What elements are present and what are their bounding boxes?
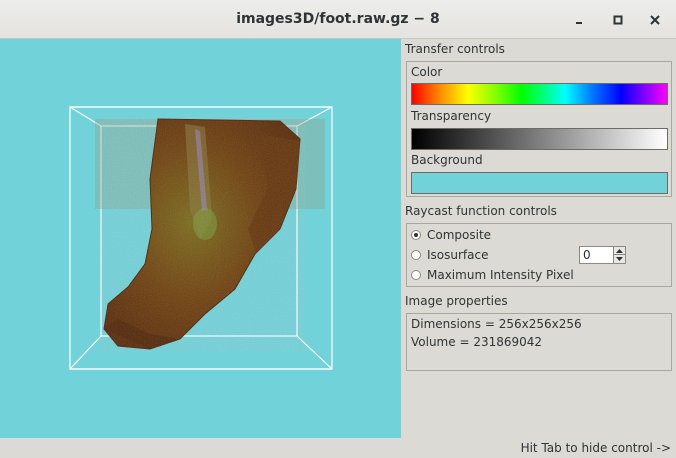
- render-viewport[interactable]: [0, 39, 401, 438]
- dimensions-text: Dimensions = 256x256x256: [411, 317, 582, 331]
- radio-isosurface[interactable]: Isosurface: [411, 246, 488, 264]
- radio-composite-indicator[interactable]: [411, 230, 421, 240]
- title-bar[interactable]: images3D/foot.raw.gz − 8: [0, 0, 676, 39]
- color-transfer-bar[interactable]: [411, 83, 668, 105]
- spin-up-button[interactable]: [614, 247, 625, 255]
- raycast-controls-frame: Composite Isosurface 0 Maximum Intensity…: [406, 223, 672, 287]
- radio-max-intensity-indicator[interactable]: [411, 270, 421, 280]
- close-icon: [650, 15, 660, 25]
- radio-composite-label: Composite: [427, 228, 492, 242]
- image-properties-heading: Image properties: [405, 294, 508, 308]
- control-panel: Transfer controls Color Transparency Bac…: [404, 39, 676, 438]
- radio-composite[interactable]: Composite: [411, 226, 491, 244]
- image-properties-frame: Dimensions = 256x256x256 Volume = 231869…: [406, 313, 672, 371]
- maximize-icon: [613, 15, 623, 25]
- isosurface-value[interactable]: 0: [583, 248, 591, 262]
- background-color-swatch[interactable]: [411, 172, 668, 194]
- foot-volume: [100, 117, 305, 352]
- isosurface-value-spinbox[interactable]: 0: [579, 246, 626, 264]
- color-label: Color: [411, 65, 443, 79]
- status-hint: Hit Tab to hide control ->: [520, 441, 671, 455]
- arrow-up-icon: [616, 248, 623, 253]
- transparency-transfer-bar[interactable]: [411, 128, 668, 150]
- radio-isosurface-indicator[interactable]: [411, 250, 421, 260]
- minimize-icon: [576, 22, 582, 24]
- volume-text: Volume = 231869042: [411, 335, 543, 349]
- transfer-controls-frame: Color Transparency Background: [406, 61, 672, 197]
- close-button[interactable]: [645, 10, 665, 30]
- transfer-controls-heading: Transfer controls: [405, 42, 505, 56]
- raycast-controls-heading: Raycast function controls: [405, 204, 557, 218]
- minimize-button[interactable]: [569, 10, 589, 30]
- volume-render-canvas: [69, 106, 333, 370]
- arrow-down-icon: [616, 257, 623, 261]
- maximize-button[interactable]: [608, 10, 628, 30]
- background-label: Background: [411, 153, 483, 167]
- radio-max-intensity-label: Maximum Intensity Pixel: [427, 268, 574, 282]
- transparency-label: Transparency: [411, 109, 492, 123]
- spin-down-button[interactable]: [614, 255, 625, 263]
- spin-buttons: [613, 247, 625, 263]
- radio-max-intensity[interactable]: Maximum Intensity Pixel: [411, 266, 574, 284]
- radio-isosurface-label: Isosurface: [427, 248, 489, 262]
